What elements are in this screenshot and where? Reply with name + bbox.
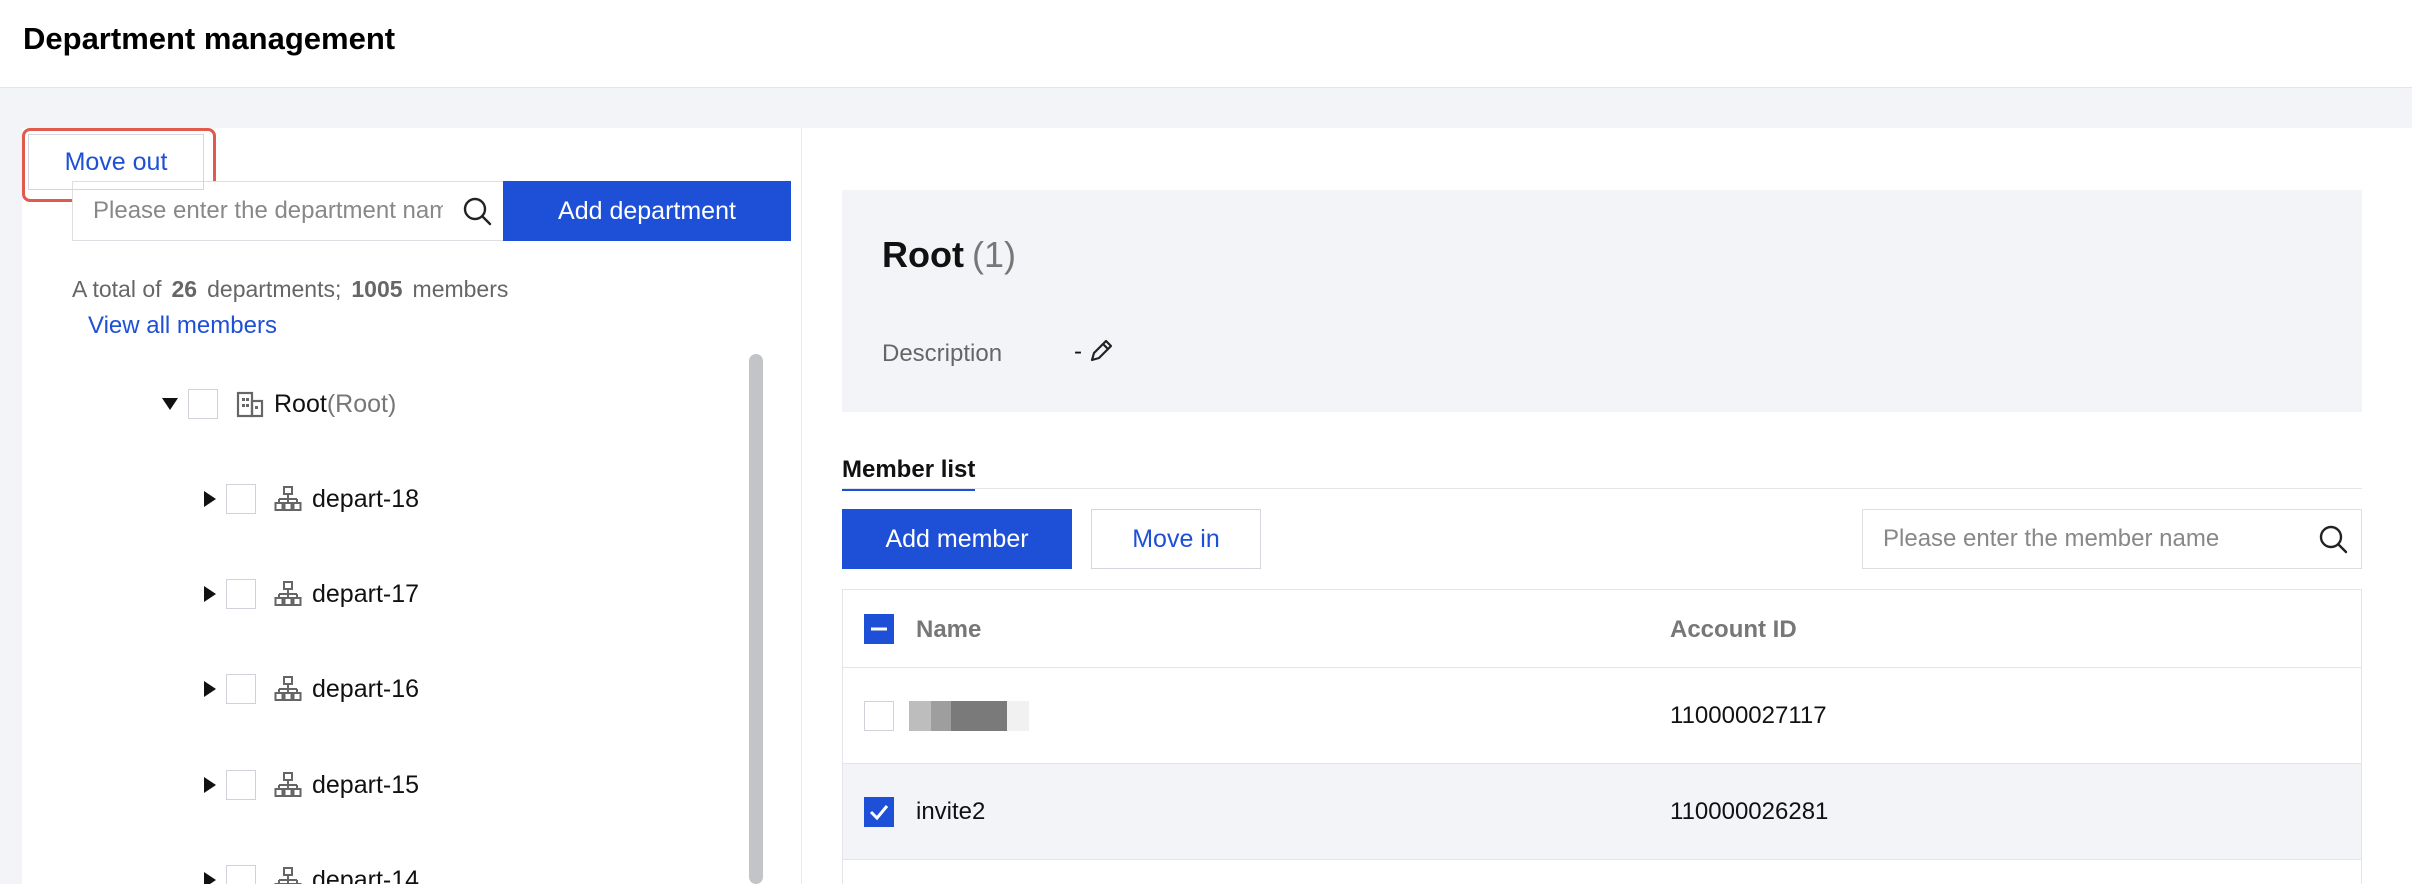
org-chart-icon xyxy=(274,676,302,701)
table-header: Name Account ID xyxy=(843,590,2361,668)
org-chart-icon xyxy=(274,772,302,797)
tree-item-label: depart-16 xyxy=(312,674,420,703)
column-header-account-id: Account ID xyxy=(1670,616,1797,643)
org-chart-icon xyxy=(274,867,302,884)
department-member-count: (1) xyxy=(971,234,1016,275)
caret-right-icon[interactable] xyxy=(204,872,216,884)
tab-member-list[interactable]: Member list xyxy=(842,456,976,491)
department-title: Root (1) xyxy=(882,234,1016,275)
pencil-icon[interactable] xyxy=(1086,336,1116,366)
caret-right-icon[interactable] xyxy=(204,777,216,793)
caret-right-icon[interactable] xyxy=(204,491,216,507)
department-stats: A total of 26 departments; 1005 members xyxy=(72,276,508,303)
tree-item-depart[interactable]: depart-15 xyxy=(204,765,419,805)
table-row[interactable]: 110000027117 xyxy=(843,668,2361,764)
move-in-button[interactable]: Move in xyxy=(1091,509,1261,569)
search-icon[interactable] xyxy=(2317,523,2349,555)
member-search xyxy=(1862,509,2362,569)
page-header: Department management xyxy=(0,0,2412,88)
member-account-id: 110000026281 xyxy=(1670,798,1829,825)
add-department-button[interactable]: Add department xyxy=(503,181,791,241)
view-all-members-link[interactable]: View all members xyxy=(88,312,277,340)
stats-members-word: members xyxy=(412,276,509,302)
tree-item-depart[interactable]: depart-18 xyxy=(204,479,419,519)
caret-right-icon[interactable] xyxy=(204,681,216,697)
tree-item-depart[interactable]: depart-16 xyxy=(204,669,419,709)
org-chart-icon xyxy=(274,581,302,606)
building-icon xyxy=(236,391,264,418)
tree-checkbox[interactable] xyxy=(226,674,256,704)
description-label: Description xyxy=(882,340,1003,367)
member-table: Name Account ID 110000027117 invite2 110… xyxy=(842,589,2362,884)
caret-right-icon[interactable] xyxy=(204,586,216,602)
tree-checkbox[interactable] xyxy=(226,579,256,609)
tree-checkbox[interactable] xyxy=(226,484,256,514)
page-title: Department management xyxy=(23,21,396,56)
search-icon[interactable] xyxy=(461,195,493,227)
column-header-name: Name xyxy=(916,616,982,643)
caret-down-icon[interactable] xyxy=(162,398,178,410)
select-all-checkbox[interactable] xyxy=(864,614,894,644)
tree-item-root[interactable]: Root(Root) xyxy=(162,384,396,424)
department-pane: Add department A total of 26 departments; 1… xyxy=(22,128,802,884)
member-account-id: 110000027117 xyxy=(1670,702,1827,729)
description-value: - xyxy=(1074,338,1082,365)
table-row[interactable]: invite2 110000026281 xyxy=(843,764,2361,860)
tree-checkbox[interactable] xyxy=(226,770,256,800)
tab-divider xyxy=(842,488,2362,489)
org-chart-icon xyxy=(274,486,302,511)
department-info: Root (1) Description - xyxy=(842,190,2362,412)
tree-root-label: Root(Root) xyxy=(274,389,397,418)
member-count: 1005 xyxy=(351,276,403,302)
add-member-button[interactable]: Add member xyxy=(842,509,1072,569)
main-panel: Add department A total of 26 departments; 1… xyxy=(22,128,2412,884)
tree-checkbox[interactable] xyxy=(226,865,256,884)
stats-departments-word: departments; xyxy=(207,276,342,302)
tree-item-label: depart-14 xyxy=(312,865,420,884)
tree-scrollbar-thumb[interactable] xyxy=(749,354,763,884)
tree-item-depart[interactable]: depart-14 xyxy=(204,860,419,884)
department-search-input[interactable] xyxy=(73,182,443,240)
tree-item-label: depart-18 xyxy=(312,484,420,513)
tree-item-label: depart-17 xyxy=(312,579,420,608)
row-checkbox[interactable] xyxy=(864,701,894,731)
member-search-input[interactable] xyxy=(1863,510,2303,568)
tree-item-depart[interactable]: depart-17 xyxy=(204,574,419,614)
member-name: invite2 xyxy=(916,798,986,825)
department-search xyxy=(72,181,504,241)
move-out-button[interactable]: Move out xyxy=(28,134,204,190)
tree-checkbox[interactable] xyxy=(188,389,218,419)
department-count: 26 xyxy=(171,276,198,302)
stats-prefix: A total of xyxy=(72,276,162,302)
row-checkbox-checked[interactable] xyxy=(864,797,894,827)
tree-item-label: depart-15 xyxy=(312,770,420,799)
redacted-name xyxy=(909,701,1029,731)
